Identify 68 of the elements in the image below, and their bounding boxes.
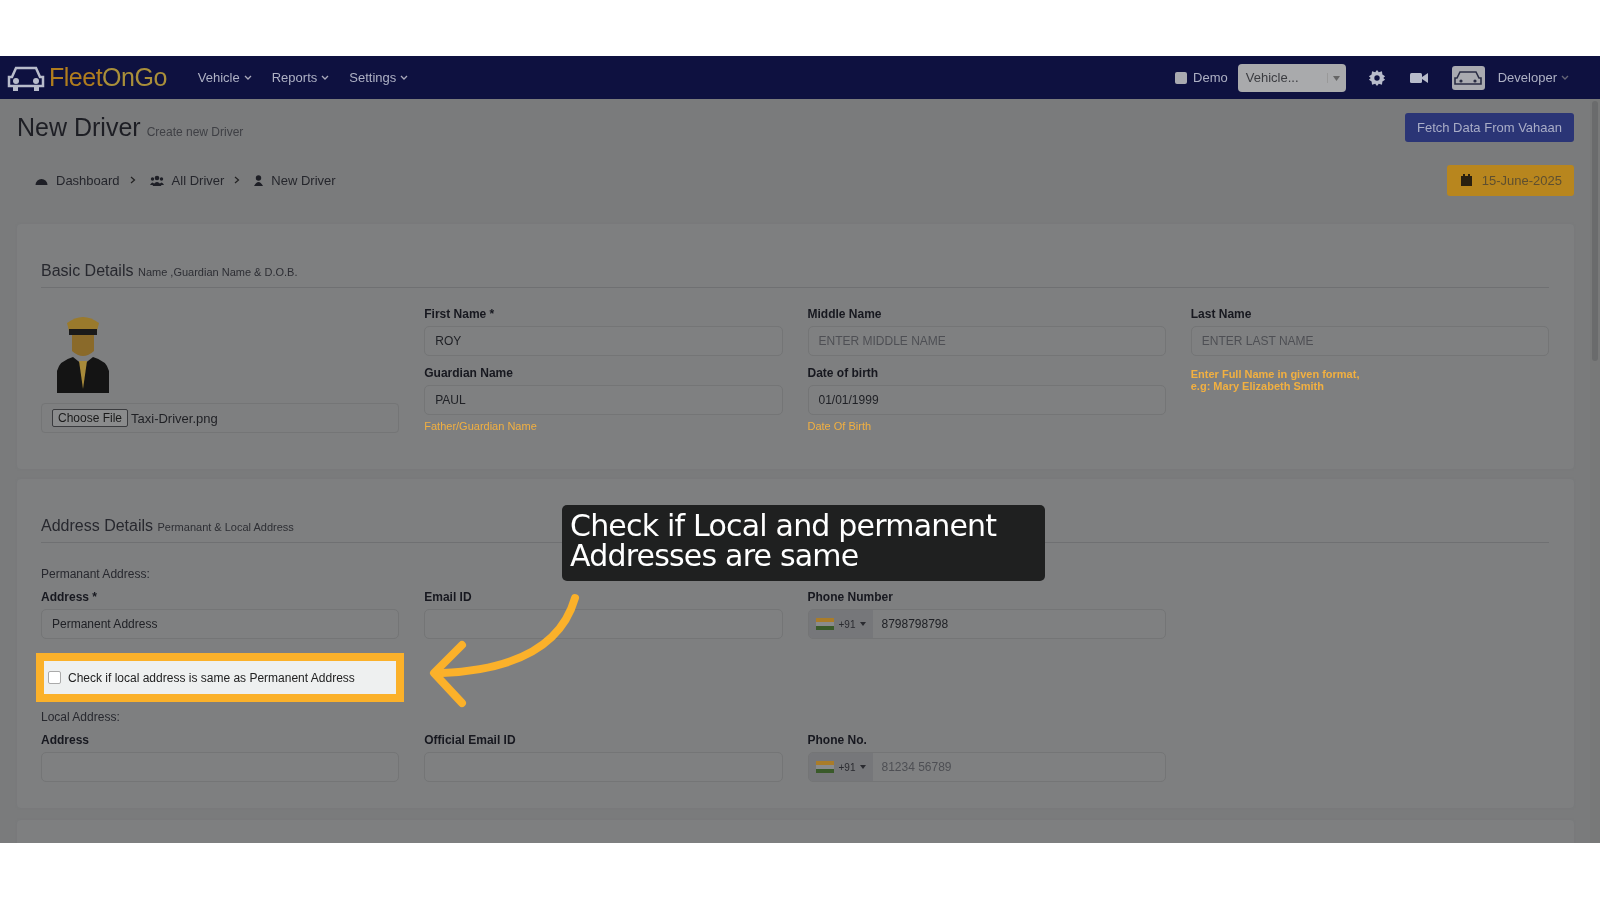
caret-icon [860,765,867,769]
breadcrumb-chevron-icon [129,176,136,184]
section-subtitle: Name ,Guardian Name & D.O.B. [137,266,298,278]
brand-logo[interactable]: FleetOnGo [49,63,167,92]
input-field[interactable]: ROY [424,326,783,356]
breadcrumb-link[interactable]: All Driver [171,172,225,188]
field-label: Guardian Name [424,366,513,380]
field-label: Last Name [1190,307,1252,321]
field-hint: Date Of Birth [807,420,872,432]
demo-label: Demo [1193,70,1228,85]
demo-checkbox[interactable] [1175,71,1188,84]
breadcrumb-link[interactable]: Dashboard [56,172,120,188]
breadcrumb-link[interactable]: New Driver [271,172,336,188]
field-label: Email ID [424,590,472,604]
caret-icon [400,74,409,81]
user-icon [254,174,264,186]
video-camera-icon[interactable] [1409,70,1428,85]
field-label: Middle Name [807,307,882,321]
field-label: Phone Number [807,590,893,604]
section-title: Address Details [41,517,154,534]
vehicle-select[interactable]: Vehicle... [1237,63,1346,92]
field-label: Phone No. [807,733,867,747]
section-title: Basic Details [41,262,134,279]
callout-tooltip: Check if Local and permanent Addresses are same [562,505,1045,581]
name-format-hint: Enter Full Name in given format, [1190,368,1361,380]
caret-icon [243,74,252,81]
file-input[interactable]: Choose File Taxi-Driver.png [41,403,400,433]
fetch-data-button[interactable]: Fetch Data From Vahaan [1405,112,1574,142]
users-icon [149,174,164,186]
user-avatar-icon[interactable] [1451,65,1485,90]
settings-icon[interactable] [1367,68,1386,87]
page-title: New Driver [17,112,141,142]
user-menu[interactable]: Developer [1490,70,1576,85]
subsection-heading: Permanant Address: [41,567,150,581]
country-code-select[interactable]: +91 [808,753,874,781]
field-label: First Name * [424,307,495,321]
field-label: Address * [41,590,98,604]
choose-file-button[interactable]: Choose File [52,409,129,427]
phone-field[interactable]: +91 8798798798 [807,609,1166,639]
nav-menu[interactable]: Reports [264,70,337,85]
nav-menu[interactable]: Settings [342,70,416,85]
caret-icon [860,622,867,626]
caret-icon [1332,75,1340,81]
checkbox-label: Check if local address is same as Permanent Address [68,670,355,685]
date-text: 15-June-2025 [1481,172,1562,188]
same-address-checkbox-row[interactable]: Check if local address is same as Permanent Address [44,661,396,694]
file-name: Taxi-Driver.png [131,410,218,426]
page-subtitle: Create new Driver [146,125,244,141]
flag-icon [815,761,834,773]
field-label: Address [41,733,90,747]
calendar-icon [1460,174,1472,186]
subsection-heading: Local Address: [41,710,120,724]
name-format-hint: e.g: Mary Elizabeth Smith [1190,380,1325,392]
breadcrumb-chevron-icon [234,176,241,184]
field-label: Official Email ID [424,733,516,747]
flag-icon [815,618,834,630]
caret-icon [321,74,330,81]
input-field[interactable]: PAUL [424,385,783,415]
input-field[interactable]: 01/01/1999 [807,385,1166,415]
caret-icon [1561,74,1569,81]
input-field[interactable] [424,609,783,639]
nav-menu[interactable]: Vehicle [190,70,259,85]
section-subtitle: Permanant & Local Address [157,521,294,533]
field-hint: Father/Guardian Name [424,420,537,432]
input-field[interactable]: Permanent Address [41,609,400,639]
country-code-select[interactable]: +91 [808,610,874,638]
checkbox[interactable] [48,671,61,684]
field-label: Date of birth [807,366,879,380]
